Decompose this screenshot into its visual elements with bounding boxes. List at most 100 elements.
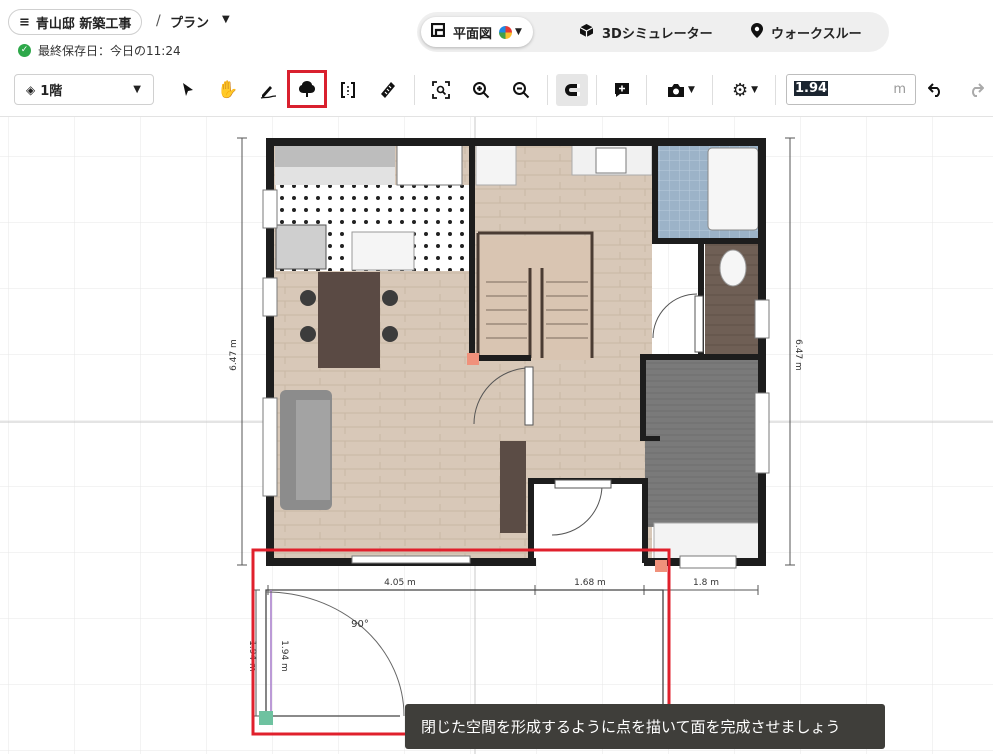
chair bbox=[300, 290, 316, 306]
zoom-in-icon bbox=[473, 82, 490, 99]
select-tool-button[interactable] bbox=[172, 74, 204, 106]
zoom-fit-button[interactable] bbox=[425, 74, 457, 106]
toolbar-divider bbox=[775, 75, 776, 105]
zoom-out-icon bbox=[513, 82, 530, 99]
plan-name[interactable]: プラン bbox=[170, 12, 209, 31]
chair bbox=[300, 326, 316, 342]
bathtub bbox=[707, 147, 759, 231]
cursor-arrow-icon bbox=[183, 83, 193, 96]
camera-icon bbox=[668, 83, 685, 97]
cube-icon bbox=[579, 23, 594, 42]
hand-icon: ✋ bbox=[217, 80, 239, 100]
tree-icon bbox=[299, 81, 315, 97]
floor-plan-svg[interactable]: 6.47 m 6.47 m 4.05 m 1.68 m 1.8 m 90° 1.… bbox=[0, 117, 993, 754]
camera-button[interactable]: ▼ bbox=[662, 74, 700, 106]
toolbar-divider bbox=[547, 75, 548, 105]
closet-floor bbox=[645, 360, 760, 527]
ruler-icon bbox=[381, 82, 395, 98]
layers-icon: ◈ bbox=[26, 82, 36, 97]
project-name: 青山邸 新築工事 bbox=[35, 16, 132, 32]
gear-icon: ⚙ bbox=[731, 79, 749, 101]
settings-button[interactable]: ⚙ ▼ bbox=[726, 74, 764, 106]
toolbar-divider bbox=[712, 75, 713, 105]
toolbar: ◈ 1階 ▼ ✋ ▼ ⚙ ▼ 1.94 m bbox=[0, 66, 993, 117]
undo-button[interactable] bbox=[920, 74, 952, 106]
bracket-icon bbox=[341, 82, 355, 98]
chevron-down-icon: ▼ bbox=[751, 85, 759, 95]
zoom-out-button[interactable] bbox=[505, 74, 537, 106]
entrance-floor bbox=[534, 483, 646, 560]
chair bbox=[382, 290, 398, 306]
dimension-label: 6.47 m bbox=[229, 339, 239, 371]
zoom-fit-icon bbox=[432, 81, 450, 99]
dimension-label: 4.05 m bbox=[384, 578, 416, 588]
washer bbox=[475, 144, 517, 186]
project-menu-button[interactable]: ≡ 青山邸 新築工事 bbox=[8, 9, 143, 35]
hint-toast: 閉じた空間を形成するように点を描いて面を完成させましょう bbox=[405, 704, 885, 749]
dining-table bbox=[318, 272, 380, 368]
floorplan-icon bbox=[430, 22, 446, 41]
toolbar-divider bbox=[596, 75, 597, 105]
stove bbox=[275, 224, 327, 270]
pen-icon bbox=[260, 86, 277, 99]
breadcrumb-separator: / bbox=[156, 13, 161, 29]
vertex-marker[interactable] bbox=[655, 560, 667, 572]
app-header: ≡ 青山邸 新築工事 / プラン ▼ ✓ 最終保存日：今日の11:24 平面図 … bbox=[0, 0, 993, 66]
location-pin-icon bbox=[751, 22, 763, 42]
add-comment-button[interactable] bbox=[606, 74, 638, 106]
length-input-value: 1.94 bbox=[794, 81, 829, 96]
save-status: ✓ 最終保存日：今日の11:24 bbox=[18, 42, 181, 59]
comment-add-icon bbox=[615, 83, 629, 97]
chevron-down-icon: ▼ bbox=[688, 85, 695, 95]
redo-icon bbox=[972, 83, 984, 97]
start-vertex-marker[interactable] bbox=[259, 711, 273, 725]
sofa-cushion bbox=[296, 400, 330, 500]
angle-label: 90° bbox=[351, 619, 369, 630]
dimension-label: 1.8 m bbox=[693, 578, 719, 588]
length-unit: m bbox=[893, 82, 906, 97]
hamburger-icon: ≡ bbox=[19, 14, 30, 30]
dimension-label: 6.47 m bbox=[793, 339, 803, 371]
tab-3d-simulator[interactable]: 3Dシミュレーター bbox=[579, 17, 713, 47]
view-mode-switcher: 平面図 ▼ 3Dシミュレーター ウォークスルー bbox=[417, 12, 889, 52]
tab-floorplan-label: 平面図 bbox=[453, 26, 493, 42]
kitchen-sink bbox=[351, 231, 415, 271]
kitchen-counter-back bbox=[275, 145, 395, 167]
tv-stand bbox=[500, 441, 526, 533]
chevron-down-icon: ▼ bbox=[133, 84, 141, 95]
fridge bbox=[396, 144, 463, 186]
kitchen-counter-front bbox=[275, 167, 395, 185]
magnet-icon bbox=[565, 84, 580, 96]
toolbar-divider bbox=[646, 75, 647, 105]
hint-toast-text: 閉じた空間を形成するように点を描いて面を完成させましょう bbox=[421, 718, 841, 736]
draw-tool-button[interactable] bbox=[252, 74, 284, 106]
measure-tool-button[interactable] bbox=[372, 74, 404, 106]
check-circle-icon: ✓ bbox=[18, 44, 31, 57]
stair-landing bbox=[478, 236, 592, 360]
toolbar-divider bbox=[414, 75, 415, 105]
floor-select-value: 1階 bbox=[40, 84, 63, 99]
chevron-down-icon[interactable]: ▼ bbox=[222, 14, 230, 25]
surface-tool-button[interactable] bbox=[287, 70, 327, 108]
dimension-label: 1.68 m bbox=[574, 578, 606, 588]
snap-toggle-button[interactable] bbox=[556, 74, 588, 106]
vertex-marker[interactable] bbox=[467, 353, 479, 365]
color-wheel-icon bbox=[499, 25, 513, 39]
undo-icon bbox=[928, 83, 940, 97]
dimension-label: 1.94 m bbox=[279, 640, 289, 672]
length-input[interactable]: 1.94 m bbox=[786, 74, 916, 105]
zoom-in-button[interactable] bbox=[465, 74, 497, 106]
tab-floorplan[interactable]: 平面図 ▼ bbox=[421, 17, 533, 47]
room-tool-button[interactable] bbox=[332, 74, 364, 106]
redo-button[interactable] bbox=[960, 74, 992, 106]
toilet bbox=[719, 249, 747, 287]
floor-select[interactable]: ◈ 1階 ▼ bbox=[14, 74, 154, 105]
tab-walkthrough-label: ウォークスルー bbox=[771, 26, 862, 42]
tab-walkthrough[interactable]: ウォークスルー bbox=[751, 17, 862, 47]
plan-canvas[interactable]: 6.47 m 6.47 m 4.05 m 1.68 m 1.8 m 90° 1.… bbox=[0, 117, 993, 754]
last-saved-text: 最終保存日：今日の11:24 bbox=[38, 44, 181, 58]
tab-3d-label: 3Dシミュレーター bbox=[602, 26, 713, 42]
pan-tool-button[interactable]: ✋ bbox=[212, 74, 244, 106]
chair bbox=[382, 326, 398, 342]
chevron-down-icon: ▼ bbox=[515, 27, 522, 37]
